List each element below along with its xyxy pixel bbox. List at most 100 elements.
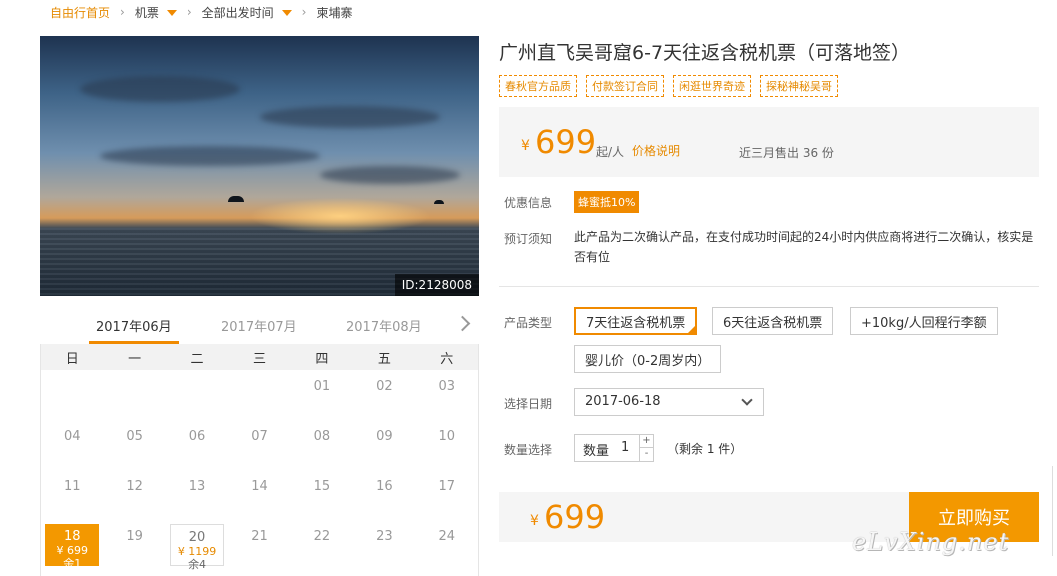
calendar-day-number: 09 <box>376 429 393 444</box>
breadcrumb-flights-dropdown[interactable]: 机票 <box>135 4 177 21</box>
calendar-day: 17 <box>416 470 478 520</box>
breadcrumb-flights-label: 机票 <box>134 5 159 20</box>
breadcrumb-home-link[interactable]: 自由行首页 <box>50 4 110 21</box>
calendar-day-number: 07 <box>251 429 268 444</box>
weekday-label: 二 <box>190 351 204 367</box>
calendar-day-number: 12 <box>126 479 143 494</box>
feature-tag: 探秘神秘吴哥 <box>760 75 838 97</box>
calendar-day: 19 <box>103 520 165 570</box>
quantity-value[interactable]: 1 <box>621 440 629 455</box>
calendar-empty-cell <box>103 370 165 420</box>
calendar-day-number: 17 <box>438 479 456 494</box>
promo-badge: 蜂蜜抵10% <box>574 191 640 213</box>
cloud-shape <box>100 146 320 166</box>
calendar-day-number: 16 <box>376 479 393 494</box>
product-type-label: 产品类型 <box>504 316 553 330</box>
calendar-day-number: 21 <box>251 529 268 544</box>
calendar-day: 13 <box>166 470 228 520</box>
next-month-chevron-icon[interactable] <box>457 314 469 334</box>
calendar-day: 16 <box>353 470 415 520</box>
option-6day-ticket[interactable]: 6天往返含税机票 <box>712 307 834 335</box>
calendar-day-number: 05 <box>126 429 143 444</box>
site-watermark: eLvXing.net <box>852 528 1010 556</box>
promo-label: 优惠信息 <box>504 196 553 210</box>
quantity-increase-button[interactable]: + <box>639 435 653 448</box>
quantity-label: 数量选择 <box>504 443 553 457</box>
calendar-day-number: 22 <box>313 529 331 544</box>
product-image: ID:2128008 <box>40 36 479 296</box>
breadcrumb-destination: 柬埔寨 <box>316 5 353 20</box>
calendar-day: 12 <box>103 470 165 520</box>
weekday-label: 日 <box>65 351 79 367</box>
calendar-day: 05 <box>103 420 165 470</box>
calendar-day-number: 01 <box>313 379 331 394</box>
hut-silhouette <box>434 200 444 204</box>
divider <box>499 286 1039 287</box>
date-label: 选择日期 <box>504 397 553 411</box>
price-amount: 699 <box>535 123 597 161</box>
feature-tags: 春秋官方品质 付款签订合同 闲逛世界奇迹 探秘神秘吴哥 <box>499 75 838 97</box>
quantity-stepper[interactable]: 数量 1 + - <box>574 434 654 462</box>
calendar-day: 24 <box>416 520 478 570</box>
calendar-day-number: 06 <box>188 429 206 444</box>
breadcrumb-departure-label: 全部出发时间 <box>201 5 274 20</box>
month-tabs: 2017年06月 2017年07月 2017年08月 <box>40 308 479 344</box>
calendar-day-number: 14 <box>251 479 268 494</box>
tab-month-3[interactable]: 2017年08月 <box>346 316 422 335</box>
date-select-value: 2017-06-18 <box>585 394 661 409</box>
calendar-day-price: ¥ 1199 <box>177 545 217 558</box>
tab-month-1[interactable]: 2017年06月 <box>96 316 172 335</box>
price-explanation-link[interactable]: 价格说明 <box>632 142 680 159</box>
weekday-label: 六 <box>440 351 454 367</box>
total-price-amount: 699 <box>544 498 606 536</box>
quantity-field-label: 数量 <box>583 444 610 459</box>
calendar-day-number: 18 <box>63 529 81 544</box>
date-select[interactable]: 2017-06-18 <box>574 388 764 416</box>
cloud-shape <box>320 166 460 184</box>
feature-tag: 闲逛世界奇迹 <box>673 75 751 97</box>
quantity-decrease-button[interactable]: - <box>639 448 653 461</box>
calendar-grid: 01 02 03 04 05 06 07 08 09 10 11 12 13 14 15 16 17 18 ¥ 69… <box>41 370 478 571</box>
breadcrumb: 自由行首页 › 机票 › 全部出发时间 › 柬埔寨 <box>50 3 353 21</box>
option-extra-baggage[interactable]: +10kg/人回程行李额 <box>850 307 998 335</box>
calendar-day: 06 <box>166 420 228 470</box>
calendar-day: 09 <box>353 420 415 470</box>
tab-month-2[interactable]: 2017年07月 <box>221 316 297 335</box>
calendar-day: 02 <box>353 370 415 420</box>
currency-symbol: ¥ <box>521 138 530 154</box>
calendar-day-number: 02 <box>376 379 393 394</box>
caret-down-icon <box>281 9 292 16</box>
weekday-label: 五 <box>377 351 391 367</box>
calendar-day-number: 20 <box>188 530 206 545</box>
calendar-day-number: 04 <box>63 429 81 444</box>
calendar-day-number: 23 <box>376 529 393 544</box>
calendar-day[interactable]: 20 ¥ 1199 余4 <box>169 524 225 571</box>
chevron-right-icon: › <box>301 5 307 19</box>
calendar-day: 11 <box>41 470 103 520</box>
calendar-day: 15 <box>291 470 353 520</box>
price-calendar: 日 一 二 三 四 五 六 01 02 03 04 05 06 07 08 09 10 11 12 13… <box>40 344 479 576</box>
calendar-day: 10 <box>416 420 478 470</box>
calendar-day[interactable]: 18 ¥ 699 余1 <box>45 524 100 570</box>
calendar-day-number: 13 <box>188 479 206 494</box>
calendar-day: 22 <box>291 520 353 570</box>
calendar-day: 14 <box>228 470 290 520</box>
price-unit: 起/人 <box>596 145 625 159</box>
option-infant-price[interactable]: 婴儿价（0-2周岁内） <box>574 345 722 373</box>
weekday-label: 三 <box>252 351 266 367</box>
booking-notice: 此产品为二次确认产品，在支付成功时间起的24小时内供应商将进行二次确认，核实是否… <box>574 230 1034 264</box>
sold-count: 近三月售出 36 份 <box>739 146 834 160</box>
option-7day-ticket[interactable]: 7天往返含税机票 <box>574 307 698 335</box>
calendar-day-price: ¥ 699 <box>56 544 88 557</box>
calendar-day-remaining: 余1 <box>63 557 82 570</box>
scrollbar-edge <box>1052 466 1057 556</box>
calendar-day-number: 10 <box>438 429 456 444</box>
feature-tag: 付款签订合同 <box>586 75 664 97</box>
calendar-day-number: 03 <box>438 379 456 394</box>
cloud-shape <box>80 76 240 102</box>
calendar-empty-cell <box>41 370 103 420</box>
breadcrumb-departure-dropdown[interactable]: 全部出发时间 <box>202 4 292 21</box>
calendar-day-number: 15 <box>313 479 331 494</box>
hut-silhouette <box>228 196 244 202</box>
calendar-day: 04 <box>41 420 103 470</box>
